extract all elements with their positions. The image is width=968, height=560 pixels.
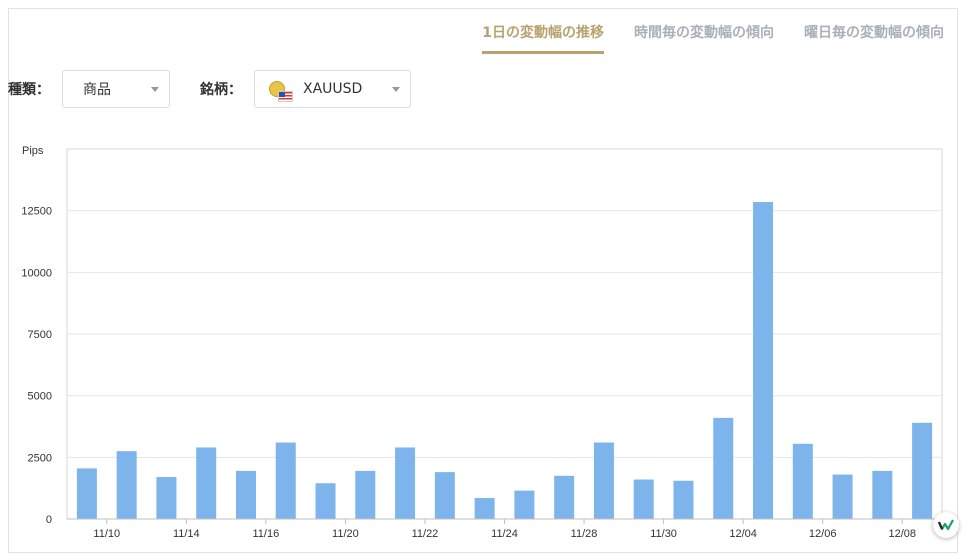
bar[interactable] xyxy=(116,451,137,519)
x-tick-label: 12/08 xyxy=(888,528,916,540)
bar[interactable] xyxy=(713,417,734,519)
bar[interactable] xyxy=(792,443,813,519)
x-tick-label: 11/20 xyxy=(332,528,359,540)
y-tick-label: 10000 xyxy=(21,267,52,279)
bar[interactable] xyxy=(912,422,933,519)
x-tick-label: 11/28 xyxy=(571,528,598,540)
x-tick-label: 11/14 xyxy=(173,528,200,540)
bar[interactable] xyxy=(554,475,575,519)
y-tick-label: 12500 xyxy=(21,206,52,218)
x-tick-label: 11/30 xyxy=(650,528,677,540)
bar[interactable] xyxy=(196,447,217,519)
x-tick-label: 11/10 xyxy=(93,528,120,540)
bar[interactable] xyxy=(434,472,455,519)
bar[interactable] xyxy=(872,470,893,519)
bar[interactable] xyxy=(832,474,853,519)
y-axis-label: Pips xyxy=(22,145,44,157)
bar[interactable] xyxy=(156,477,177,519)
bar[interactable] xyxy=(355,470,376,519)
y-tick-label: 2500 xyxy=(28,452,52,464)
bar[interactable] xyxy=(474,498,495,519)
bar[interactable] xyxy=(395,447,416,519)
bar-chart: 0 2500 5000 7500 10000 12500 11/10 11/14 11/16 1… xyxy=(21,145,943,540)
bar[interactable] xyxy=(275,442,296,519)
bar[interactable] xyxy=(315,483,336,519)
bar[interactable] xyxy=(753,202,774,520)
y-tick-label: 7500 xyxy=(28,329,52,341)
x-tick-label: 11/24 xyxy=(491,528,518,540)
brand-logo-icon[interactable] xyxy=(933,512,959,538)
x-tick-label: 11/22 xyxy=(412,528,439,540)
bar[interactable] xyxy=(76,468,97,519)
x-tick-label: 12/04 xyxy=(729,528,757,540)
y-tick-label: 5000 xyxy=(28,391,52,403)
bar[interactable] xyxy=(673,480,694,519)
x-tick-label: 11/16 xyxy=(253,528,280,540)
bar[interactable] xyxy=(633,479,654,519)
x-tick-label: 12/06 xyxy=(809,528,837,540)
bar[interactable] xyxy=(235,470,256,519)
bar[interactable] xyxy=(514,490,535,519)
bar[interactable] xyxy=(593,442,614,519)
y-tick-label: 0 xyxy=(46,514,52,526)
